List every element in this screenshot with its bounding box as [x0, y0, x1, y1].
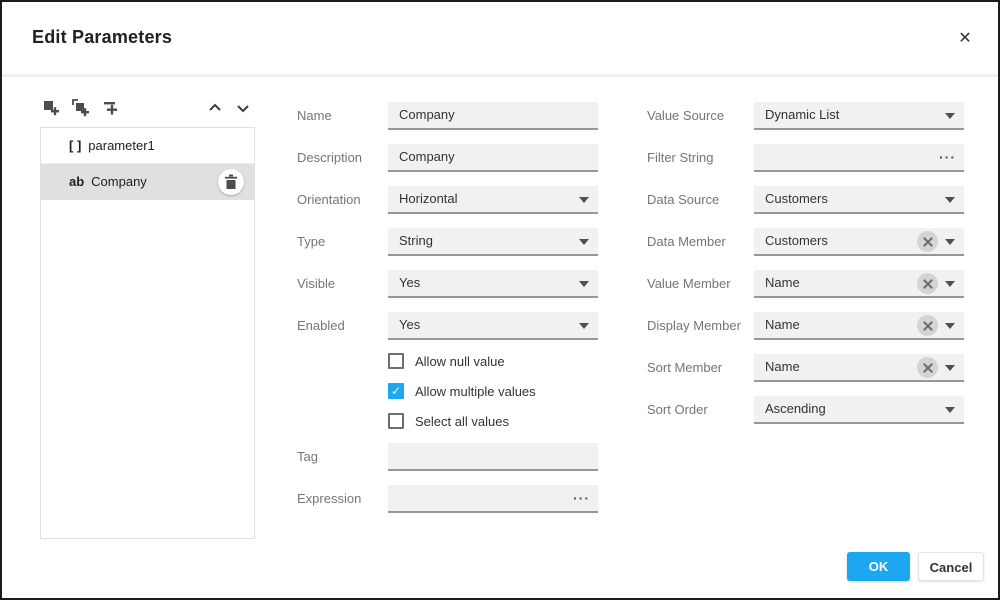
chevron-down-icon: [945, 365, 955, 371]
value-member-select[interactable]: Name: [754, 270, 964, 298]
display-member-value: Name: [765, 317, 800, 332]
value-source-label: Value Source: [647, 102, 724, 130]
cancel-button[interactable]: Cancel: [918, 552, 984, 581]
checkbox-icon: [388, 413, 404, 429]
data-member-value: Customers: [765, 233, 828, 248]
enabled-select[interactable]: Yes: [388, 312, 598, 340]
enabled-label: Enabled: [297, 312, 345, 340]
visible-label: Visible: [297, 270, 335, 298]
clear-icon[interactable]: [917, 315, 938, 336]
tag-input[interactable]: [388, 443, 598, 471]
checkbox-checked-icon: ✓: [388, 383, 404, 399]
add-group-icon[interactable]: [71, 98, 91, 118]
orientation-value: Horizontal: [399, 191, 458, 206]
dialog-title: Edit Parameters: [32, 27, 172, 48]
sort-member-label: Sort Member: [647, 354, 722, 382]
value-member-label: Value Member: [647, 270, 731, 298]
clear-icon[interactable]: [917, 357, 938, 378]
name-input[interactable]: Company: [388, 102, 598, 130]
expression-label: Expression: [297, 485, 361, 513]
expression-input[interactable]: ···: [388, 485, 598, 513]
type-select[interactable]: String: [388, 228, 598, 256]
visible-select[interactable]: Yes: [388, 270, 598, 298]
move-up-icon[interactable]: [207, 100, 223, 116]
filter-string-label: Filter String: [647, 144, 713, 172]
orientation-select[interactable]: Horizontal: [388, 186, 598, 214]
move-down-icon[interactable]: [235, 100, 251, 116]
chevron-down-icon: [579, 281, 589, 287]
value-member-value: Name: [765, 275, 800, 290]
ellipsis-icon[interactable]: ···: [939, 144, 956, 170]
sort-order-label: Sort Order: [647, 396, 708, 424]
value-source-value: Dynamic List: [765, 107, 839, 122]
chevron-down-icon: [945, 197, 955, 203]
list-item-label: parameter1: [88, 138, 154, 153]
sort-member-value: Name: [765, 359, 800, 374]
filter-string-input[interactable]: ···: [754, 144, 964, 172]
add-parameter-icon[interactable]: [42, 98, 62, 118]
data-source-label: Data Source: [647, 186, 719, 214]
chevron-down-icon: [945, 239, 955, 245]
ellipsis-icon[interactable]: ···: [573, 485, 590, 511]
data-member-select[interactable]: Customers: [754, 228, 964, 256]
chevron-down-icon: [945, 113, 955, 119]
checkbox-icon: [388, 353, 404, 369]
sort-order-value: Ascending: [765, 401, 826, 416]
chevron-down-icon: [945, 281, 955, 287]
chevron-down-icon: [579, 239, 589, 245]
data-source-value: Customers: [765, 191, 828, 206]
clear-icon[interactable]: [917, 231, 938, 252]
list-item-label: Company: [91, 174, 147, 189]
delete-parameter-button[interactable]: [218, 169, 244, 195]
add-separator-icon[interactable]: [102, 98, 122, 118]
description-label: Description: [297, 144, 362, 172]
trash-icon: [224, 174, 238, 190]
sort-member-select[interactable]: Name: [754, 354, 964, 382]
data-member-label: Data Member: [647, 228, 726, 256]
type-value: String: [399, 233, 433, 248]
description-input[interactable]: Company: [388, 144, 598, 172]
dialog-header: Edit Parameters ✕: [2, 2, 998, 74]
enabled-value: Yes: [399, 317, 420, 332]
data-source-select[interactable]: Customers: [754, 186, 964, 214]
chevron-down-icon: [945, 407, 955, 413]
chevron-down-icon: [579, 323, 589, 329]
chevron-down-icon: [579, 197, 589, 203]
orientation-label: Orientation: [297, 186, 361, 214]
chevron-down-icon: [945, 323, 955, 329]
list-item-company[interactable]: ab Company: [41, 164, 254, 200]
bracket-type-icon: [ ]: [69, 138, 81, 153]
display-member-label: Display Member: [647, 312, 741, 340]
visible-value: Yes: [399, 275, 420, 290]
allow-multiple-values-label: Allow multiple values: [415, 383, 536, 400]
list-item-parameter1[interactable]: [ ] parameter1: [41, 128, 254, 164]
header-separator: [2, 74, 998, 77]
string-type-icon: ab: [69, 174, 84, 189]
parameter-list: [ ] parameter1 ab Company: [40, 127, 255, 539]
parameter-list-toolbar: [40, 96, 255, 122]
close-icon[interactable]: ✕: [954, 28, 976, 50]
edit-parameters-dialog: Edit Parameters ✕: [0, 0, 1000, 600]
select-all-values-label: Select all values: [415, 413, 509, 430]
allow-null-value-label: Allow null value: [415, 353, 505, 370]
name-label: Name: [297, 102, 332, 130]
value-source-select[interactable]: Dynamic List: [754, 102, 964, 130]
clear-icon[interactable]: [917, 273, 938, 294]
ok-button[interactable]: OK: [847, 552, 910, 581]
tag-label: Tag: [297, 443, 318, 471]
display-member-select[interactable]: Name: [754, 312, 964, 340]
sort-order-select[interactable]: Ascending: [754, 396, 964, 424]
type-label: Type: [297, 228, 325, 256]
